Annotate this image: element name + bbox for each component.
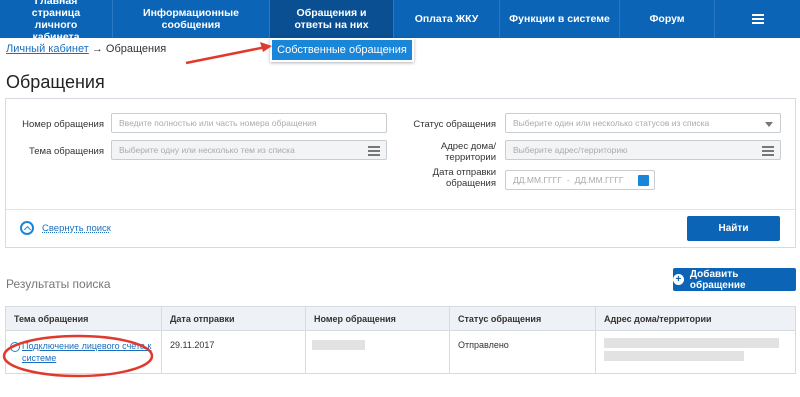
nav-item-appeals[interactable]: Обращения и ответы на них (270, 0, 394, 38)
find-button[interactable]: Найти (687, 216, 780, 241)
chevron-down-icon (765, 122, 773, 127)
appeals-dropdown: Собственные обращения (270, 38, 414, 62)
number-input[interactable]: Введите полностью или часть номера обращ… (111, 113, 387, 133)
breadcrumb-home-link[interactable]: Личный кабинет (6, 43, 89, 55)
nav-item-forum[interactable]: Форум (620, 0, 715, 38)
nav-item-home[interactable]: Главная страница личного кабинета (0, 0, 113, 43)
nav-item-messages[interactable]: Информационные сообщения (113, 0, 270, 38)
breadcrumb-separator: → (91, 43, 103, 55)
address-select[interactable]: Выберите адрес/территорию (505, 140, 781, 160)
collapse-search-link[interactable]: Свернуть поиск (20, 221, 111, 235)
topic-label: Тема обращения (29, 146, 104, 157)
status-label: Статус обращения (413, 119, 496, 130)
redacted-number (312, 340, 365, 350)
address-label: Адрес дома/ территории (440, 141, 496, 163)
date-label: Дата отправки обращения (432, 167, 496, 189)
page-title: Обращения (6, 72, 105, 92)
col-date: Дата отправки (170, 314, 235, 324)
nav-item-functions[interactable]: Функции в системе (500, 0, 620, 38)
list-icon (368, 146, 380, 158)
col-number: Номер обращения (314, 314, 396, 324)
annotation-arrow-icon (185, 42, 272, 65)
row-status: Отправлено (458, 340, 509, 350)
chevron-up-icon (20, 221, 34, 235)
plus-icon: + (673, 274, 684, 285)
breadcrumb-current: Обращения (105, 43, 167, 55)
top-nav: Главная страница личного кабинета Информ… (0, 0, 800, 43)
list-icon (762, 146, 774, 158)
date-range-input[interactable]: ДД.ММ.ГГГГ - ДД.ММ.ГГГГ (505, 170, 655, 190)
add-appeal-button[interactable]: + Добавить обращение (673, 268, 796, 291)
divider (6, 209, 795, 210)
results-title: Результаты поиска (6, 277, 111, 291)
menu-button[interactable] (715, 0, 800, 38)
col-address: Адрес дома/территории (604, 314, 712, 324)
redacted-address (604, 351, 744, 361)
calendar-icon[interactable] (638, 175, 649, 186)
nav-item-payment[interactable]: Оплата ЖКУ (394, 0, 500, 38)
annotation-circle-icon (2, 334, 154, 378)
hamburger-icon (744, 0, 772, 38)
topic-select[interactable]: Выберите одну или несколько тем из списк… (111, 140, 387, 160)
number-label: Номер обращения (22, 119, 104, 130)
redacted-address (604, 338, 779, 348)
col-status: Статус обращения (458, 314, 542, 324)
table-header: Тема обращения Дата отправки Номер обращ… (6, 307, 795, 331)
col-topic: Тема обращения (14, 314, 89, 324)
dropdown-item-own-appeals[interactable]: Собственные обращения (272, 40, 412, 60)
status-select[interactable]: Выберите один или несколько статусов из … (505, 113, 781, 133)
search-panel: Номер обращения Введите полностью или ча… (5, 98, 796, 248)
breadcrumb: Личный кабинет → Обращения (6, 43, 166, 55)
row-date: 29.11.2017 (170, 340, 215, 350)
